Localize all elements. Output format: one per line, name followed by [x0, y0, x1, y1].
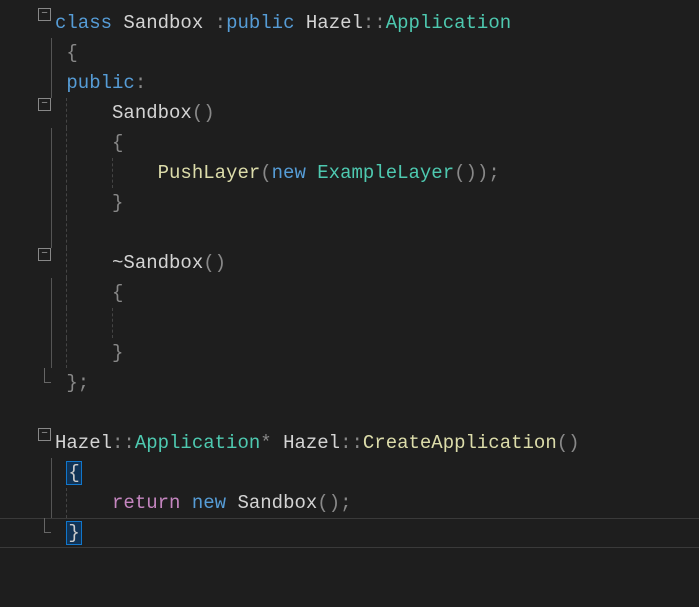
- paren: (): [557, 432, 580, 454]
- fold-collapse-icon[interactable]: [38, 98, 51, 111]
- fold-collapse-icon[interactable]: [38, 428, 51, 441]
- code-editor[interactable]: class Sandbox :public Hazel::Application…: [0, 0, 699, 548]
- current-line-highlight: [0, 518, 699, 548]
- code-line[interactable]: };: [0, 368, 699, 398]
- code-line[interactable]: [0, 218, 699, 248]
- namespace: Hazel: [306, 12, 363, 34]
- keyword-public: public: [226, 12, 294, 34]
- paren: (): [317, 492, 340, 514]
- code-line[interactable]: Hazel::Application* Hazel::CreateApplica…: [0, 428, 699, 458]
- brace-close: }: [112, 342, 123, 364]
- code-line[interactable]: {: [0, 278, 699, 308]
- paren: (): [192, 102, 215, 124]
- paren: (): [454, 162, 477, 184]
- keyword-new: new: [192, 492, 226, 514]
- func-call: PushLayer: [158, 162, 261, 184]
- paren-close: ): [477, 162, 488, 184]
- semicolon: ;: [488, 162, 499, 184]
- class-name: Sandbox: [123, 12, 203, 34]
- code-line[interactable]: {: [0, 38, 699, 68]
- colon: :: [215, 12, 226, 34]
- code-line[interactable]: public:: [0, 68, 699, 98]
- fold-collapse-icon[interactable]: [38, 8, 51, 21]
- brace-open-matched: {: [66, 461, 81, 485]
- code-line[interactable]: {: [0, 458, 699, 488]
- type-name: Sandbox: [237, 492, 317, 514]
- code-line[interactable]: return new Sandbox();: [0, 488, 699, 518]
- scope: ::: [112, 432, 135, 454]
- code-line[interactable]: }: [0, 188, 699, 218]
- keyword-new: new: [272, 162, 306, 184]
- fold-gutter[interactable]: [0, 8, 55, 21]
- brace-open: {: [66, 42, 77, 64]
- code-line-current[interactable]: }: [0, 518, 699, 548]
- code-line[interactable]: [0, 398, 699, 428]
- code-line[interactable]: PushLayer(new ExampleLayer());: [0, 158, 699, 188]
- code-line[interactable]: [0, 308, 699, 338]
- fold-collapse-icon[interactable]: [38, 248, 51, 261]
- code-line[interactable]: Sandbox(): [0, 98, 699, 128]
- code-line[interactable]: class Sandbox :public Hazel::Application: [0, 8, 699, 38]
- colon: :: [135, 72, 146, 94]
- code-line[interactable]: }: [0, 338, 699, 368]
- paren-open: (: [260, 162, 271, 184]
- scope: ::: [340, 432, 363, 454]
- access-specifier: public: [66, 72, 134, 94]
- code-line[interactable]: ~Sandbox(): [0, 248, 699, 278]
- namespace: Hazel: [283, 432, 340, 454]
- ctor-name: Sandbox: [112, 102, 192, 124]
- semicolon: ;: [340, 492, 351, 514]
- type-name: ExampleLayer: [317, 162, 454, 184]
- keyword-class: class: [55, 12, 112, 34]
- keyword-return: return: [112, 492, 180, 514]
- base-class: Application: [386, 12, 511, 34]
- paren: (): [203, 252, 226, 274]
- code-line[interactable]: {: [0, 128, 699, 158]
- brace-open: {: [112, 132, 123, 154]
- type-name: Application: [135, 432, 260, 454]
- brace-close-semi: };: [66, 372, 89, 394]
- scope: ::: [363, 12, 386, 34]
- brace-open: {: [112, 282, 123, 304]
- brace-close-matched: }: [66, 521, 81, 545]
- dtor-name: ~Sandbox: [112, 252, 203, 274]
- brace-close: }: [112, 192, 123, 214]
- namespace: Hazel: [55, 432, 112, 454]
- func-name: CreateApplication: [363, 432, 557, 454]
- pointer-star: *: [260, 432, 271, 454]
